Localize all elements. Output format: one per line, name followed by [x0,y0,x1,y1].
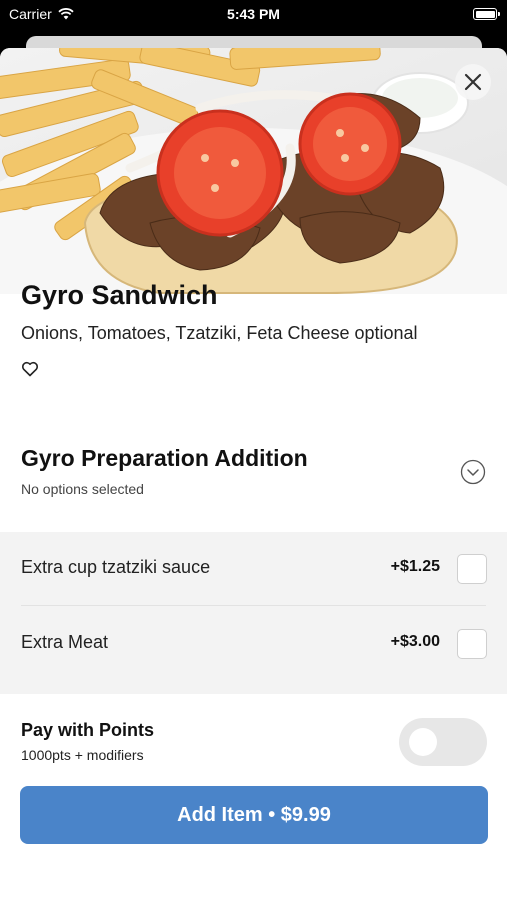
add-item-button[interactable]: Add Item • $9.99 [20,786,488,844]
option-price: +$1.25 [390,558,440,575]
close-button[interactable] [455,64,491,100]
option-row[interactable]: Extra cup tzatziki sauce +$1.25 [0,532,507,607]
item-photo [0,48,507,294]
battery-icon [473,8,500,20]
close-icon [464,73,482,91]
chevron-down-circle-icon[interactable] [460,459,486,485]
item-detail-sheet [0,48,507,900]
pay-with-points-toggle[interactable] [399,718,487,766]
pay-with-points-subtitle: 1000pts + modifiers [21,747,144,763]
option-divider [21,605,486,606]
modifier-options-list: Extra cup tzatziki sauce +$1.25 Extra Me… [0,532,507,694]
heart-icon[interactable] [21,360,39,378]
item-description: Onions, Tomatoes, Tzatziki, Feta Cheese … [21,323,418,343]
option-checkbox[interactable] [457,554,487,584]
option-name: Extra Meat [21,632,109,652]
clock: 5:43 PM [227,6,280,22]
option-checkbox[interactable] [457,629,487,659]
option-price: +$3.00 [390,633,440,650]
item-title: Gyro Sandwich [21,280,218,310]
modifier-group-title: Gyro Preparation Addition [21,445,308,471]
status-bar: Carrier 5:43 PM [0,0,507,30]
pay-with-points-title: Pay with Points [21,720,155,740]
modifier-group-subtitle: No options selected [21,481,144,497]
option-row[interactable]: Extra Meat +$3.00 [0,607,507,682]
option-name: Extra cup tzatziki sauce [21,557,211,577]
toggle-knob [409,728,437,756]
